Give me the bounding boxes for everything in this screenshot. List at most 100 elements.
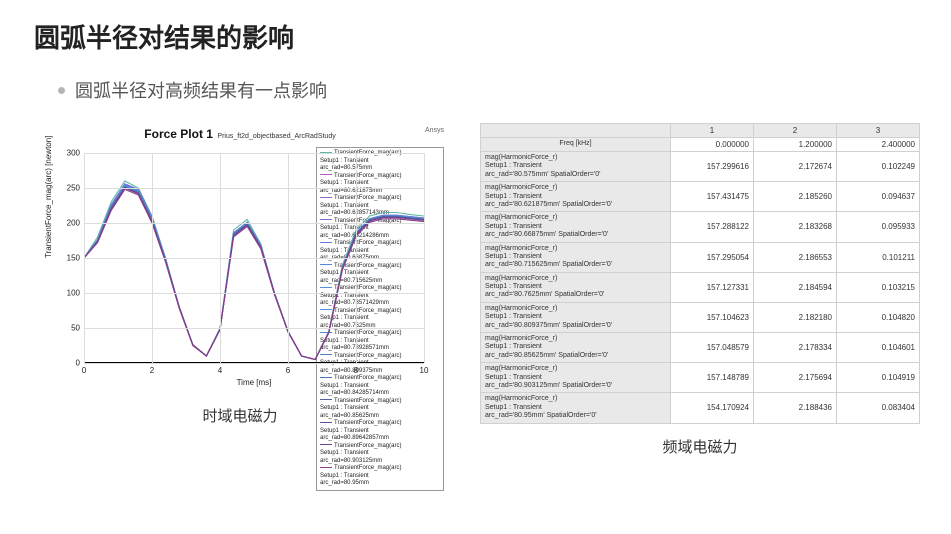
value-cell: 0.083404: [837, 393, 920, 423]
row-label-line1: mag(HarmonicForce_r): [485, 245, 666, 253]
plot-series-line: [84, 185, 424, 359]
force-plot-block: Force Plot 1 Prius_ft2d_objectbased_ArcR…: [30, 123, 450, 426]
value-cell: 2.175694: [754, 363, 837, 393]
legend-item: TransientForce_mag(arc): [320, 465, 440, 473]
legend-sub: Setup1 : Transient: [320, 473, 440, 481]
row-label-cell: mag(HarmonicForce_r)Setup1 : Transientar…: [481, 182, 671, 212]
row-label-cell: mag(HarmonicForce_r)Setup1 : Transientar…: [481, 363, 671, 393]
legend-sub: Setup1 : Transient: [320, 450, 440, 458]
col-header: 1: [671, 124, 754, 138]
value-cell: 157.431475: [671, 182, 754, 212]
row-label-line2: Setup1 : Transient: [485, 343, 666, 351]
slide: 圆弧半径对结果的影响 圆弧半径对高频结果有一点影响 Force Plot 1 P…: [0, 0, 951, 534]
col-header: 2: [754, 124, 837, 138]
row-label-line3: arc_rad='80.95mm' SpatialOrder='0': [485, 412, 666, 420]
row-label-line2: Setup1 : Transient: [485, 253, 666, 261]
value-cell: 2.188436: [754, 393, 837, 423]
value-cell: 157.048579: [671, 333, 754, 363]
plot-series-line: [84, 181, 424, 360]
row-label-line2: Setup1 : Transient: [485, 223, 666, 231]
value-cell: 157.127331: [671, 272, 754, 302]
col-header: 3: [837, 124, 920, 138]
legend-arc: arc_rad=80.95mm: [320, 480, 440, 488]
row-label-line3: arc_rad='80.7625mm' SpatialOrder='0': [485, 291, 666, 299]
row-label-line3: arc_rad='80.66875mm' SpatialOrder='0': [485, 231, 666, 239]
grid-h: [84, 153, 424, 154]
row-label-line2: Setup1 : Transient: [485, 313, 666, 321]
freq-value-cell: 2.400000: [837, 138, 920, 152]
legend-item: TransientForce_mag(arc): [320, 443, 440, 451]
ytick-label: 150: [67, 254, 84, 263]
ytick-label: 200: [67, 219, 84, 228]
plot-series-line: [84, 187, 424, 360]
freq-value-cell: 0.000000: [671, 138, 754, 152]
row-label-line3: arc_rad='80.575mm' SpatialOrder='0': [485, 171, 666, 179]
xtick-label: 4: [218, 363, 222, 375]
ansys-logo: Ansys: [425, 127, 444, 134]
legend-color-swatch: [320, 467, 332, 468]
plot-series-line: [84, 188, 424, 360]
freq-label-cell: Freq [kHz]: [481, 138, 671, 152]
value-cell: 0.104601: [837, 333, 920, 363]
right-caption: 频域电磁力: [480, 436, 920, 457]
row-label-line3: arc_rad='80.715625mm' SpatialOrder='0': [485, 261, 666, 269]
value-cell: 0.094637: [837, 182, 920, 212]
freq-table-block: 123Freq [kHz]0.0000001.2000002.400000mag…: [480, 123, 920, 457]
value-cell: 154.170924: [671, 393, 754, 423]
value-cell: 0.095933: [837, 212, 920, 242]
plot-series-line: [84, 186, 424, 360]
row-label-line1: mag(HarmonicForce_r): [485, 365, 666, 373]
row-label-cell: mag(HarmonicForce_r)Setup1 : Transientar…: [481, 302, 671, 332]
value-cell: 0.102249: [837, 152, 920, 182]
grid-h: [84, 293, 424, 294]
bullet-dot-icon: [58, 87, 65, 94]
content-row: Force Plot 1 Prius_ft2d_objectbased_ArcR…: [30, 123, 921, 457]
header-blank: [481, 124, 671, 138]
table-row: mag(HarmonicForce_r)Setup1 : Transientar…: [481, 152, 920, 182]
table-row: mag(HarmonicForce_r)Setup1 : Transientar…: [481, 302, 920, 332]
freq-table: 123Freq [kHz]0.0000001.2000002.400000mag…: [480, 123, 920, 424]
grid-h: [84, 223, 424, 224]
grid-h: [84, 188, 424, 189]
legend-color-swatch: [320, 444, 332, 445]
ytick-label: 50: [71, 324, 84, 333]
legend-heading: TransientForce_mag(arc): [334, 465, 401, 471]
grid-h: [84, 328, 424, 329]
row-label-line2: Setup1 : Transient: [485, 283, 666, 291]
ytick-label: 300: [67, 149, 84, 158]
xtick-label: 2: [150, 363, 154, 375]
legend-arc: arc_rad=80.89642857mm: [320, 435, 440, 443]
page-title: 圆弧半径对结果的影响: [34, 18, 921, 55]
value-cell: 2.182180: [754, 302, 837, 332]
legend-sub: Setup1 : Transient: [320, 428, 440, 436]
value-cell: 2.183268: [754, 212, 837, 242]
freq-row: Freq [kHz]0.0000001.2000002.400000: [481, 138, 920, 152]
value-cell: 0.104820: [837, 302, 920, 332]
row-label-cell: mag(HarmonicForce_r)Setup1 : Transientar…: [481, 212, 671, 242]
plot-series-line: [84, 188, 424, 360]
legend-item: TransientForce_mag(arc): [320, 398, 440, 406]
legend-sub: Setup1 : Transient: [320, 405, 440, 413]
plot-series-line: [84, 187, 424, 360]
row-label-cell: mag(HarmonicForce_r)Setup1 : Transientar…: [481, 152, 671, 182]
plot-subtitle: Prius_ft2d_objectbased_ArcRadStudy: [217, 133, 335, 140]
plot-series-line: [84, 185, 424, 360]
value-cell: 2.185260: [754, 182, 837, 212]
row-label-line3: arc_rad='80.621875mm' SpatialOrder='0': [485, 201, 666, 209]
value-cell: 157.295054: [671, 242, 754, 272]
row-label-cell: mag(HarmonicForce_r)Setup1 : Transientar…: [481, 333, 671, 363]
value-cell: 157.148789: [671, 363, 754, 393]
xtick-label: 10: [420, 363, 429, 375]
table-row: mag(HarmonicForce_r)Setup1 : Transientar…: [481, 212, 920, 242]
legend-heading: TransientForce_mag(arc): [334, 443, 401, 449]
row-label-line3: arc_rad='80.85625mm' SpatialOrder='0': [485, 352, 666, 360]
row-label-cell: mag(HarmonicForce_r)Setup1 : Transientar…: [481, 272, 671, 302]
ytick-label: 0: [76, 359, 84, 368]
bullet-row: 圆弧半径对高频结果有一点影响: [58, 77, 921, 103]
row-label-line2: Setup1 : Transient: [485, 374, 666, 382]
plot-title-area: Force Plot 1 Prius_ft2d_objectbased_ArcR…: [30, 125, 450, 143]
row-label-cell: mag(HarmonicForce_r)Setup1 : Transientar…: [481, 242, 671, 272]
row-label-line3: arc_rad='80.809375mm' SpatialOrder='0': [485, 322, 666, 330]
row-label-cell: mag(HarmonicForce_r)Setup1 : Transientar…: [481, 393, 671, 423]
grid-h: [84, 363, 424, 364]
